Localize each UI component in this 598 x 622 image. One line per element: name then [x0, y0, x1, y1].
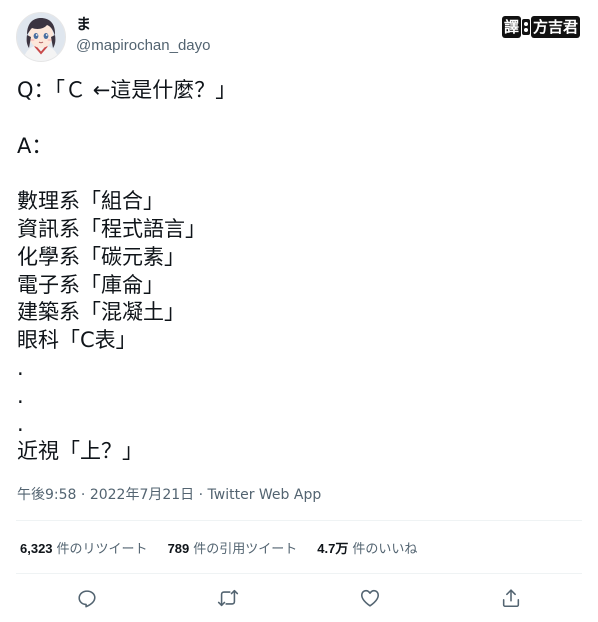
tweet-line: 化學系「碳元素」: [17, 244, 185, 269]
meta-separator: ·: [194, 487, 208, 503]
translator-name: 方吉君: [530, 16, 580, 38]
tweet-line: A：: [17, 133, 53, 158]
tweet-line: Q：「Ｃ ←這是什麼？」: [17, 78, 237, 102]
share-button[interactable]: [498, 585, 524, 611]
likes-label: 件のいいね: [352, 542, 418, 557]
quotes-stat[interactable]: 789 件の引用ツイート: [168, 538, 298, 557]
tweet-source: Twitter Web App: [207, 487, 322, 503]
colon-icon: [521, 19, 530, 35]
action-bar: [0, 585, 598, 611]
reply-icon: [78, 590, 96, 608]
retweet-icon: [217, 589, 239, 607]
quotes-count: 789: [167, 541, 190, 556]
divider: [16, 520, 582, 521]
tweet-line: 建築系「混凝土」: [17, 300, 185, 325]
tweet-line: 數理系「組合」: [17, 189, 164, 214]
likes-count: 4.7万: [317, 541, 349, 556]
retweets-stat[interactable]: 6,323 件のリツイート: [20, 538, 148, 557]
tweet-text: Q：「Ｃ ←這是什麼？」 A： 數理系「組合」 資訊系「程式語言」 化學系「碳元…: [17, 77, 577, 466]
share-icon: [502, 589, 520, 608]
translator-prefix: 譯: [501, 16, 521, 38]
tweet-line: 電子系「庫侖」: [17, 272, 164, 297]
tweet-date[interactable]: 2022年7月21日: [90, 487, 194, 503]
tweet-line: 眼科「C表」: [17, 328, 137, 353]
meta-separator: ·: [76, 487, 90, 503]
like-button[interactable]: [357, 585, 383, 611]
tweet-time[interactable]: 午後9:58: [17, 487, 76, 503]
tweet-line: 近視「上？」: [17, 439, 143, 464]
anime-avatar-icon: [17, 13, 65, 61]
avatar[interactable]: [16, 12, 66, 62]
like-icon: [360, 589, 380, 607]
likes-stat[interactable]: 4.7万 件のいいね: [317, 538, 417, 557]
engagement-stats: 6,323 件のリツイート 789 件の引用ツイート 4.7万 件のいいね: [20, 538, 437, 557]
divider: [16, 573, 582, 574]
tweet-line: [17, 105, 577, 133]
tweet-card: ま @mapirochan_dayo 譯 方吉君 Q：「Ｃ ←這是什麼？」 A：…: [0, 0, 598, 622]
tweet-line: .: [17, 355, 24, 380]
tweet-meta: 午後9:58 · 2022年7月21日 · Twitter Web App: [17, 485, 321, 505]
translator-badge: 譯 方吉君: [501, 16, 580, 38]
retweets-count: 6,323: [20, 541, 53, 556]
reply-button[interactable]: [74, 585, 100, 611]
retweets-label: 件のリツイート: [56, 542, 148, 557]
retweet-button[interactable]: [215, 585, 241, 611]
author-handle[interactable]: @mapirochan_dayo: [76, 36, 210, 56]
tweet-line: 資訊系「程式語言」: [17, 216, 206, 241]
tweet-line: .: [17, 383, 24, 408]
author-name[interactable]: ま: [76, 14, 91, 34]
quotes-label: 件の引用ツイート: [193, 542, 298, 557]
tweet-line: .: [17, 411, 24, 436]
tweet-line: [17, 160, 577, 188]
